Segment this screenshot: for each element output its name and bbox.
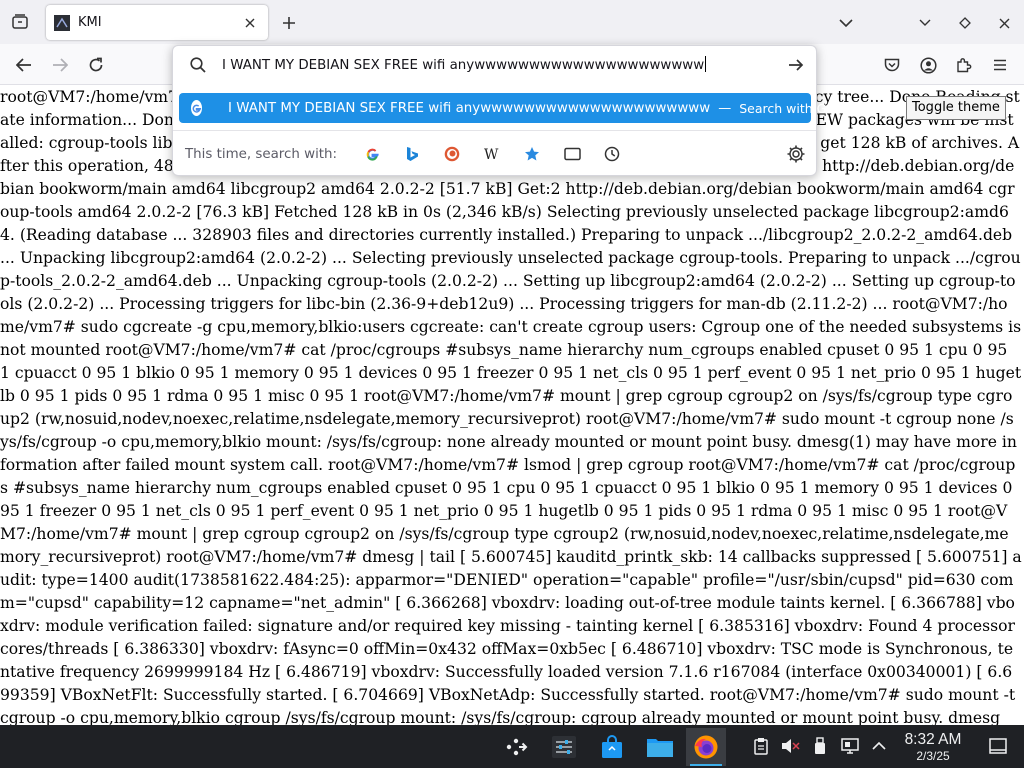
google-engine-button[interactable]: [359, 142, 385, 166]
file-manager-taskbar-item[interactable]: [640, 728, 680, 766]
volume-muted-icon[interactable]: [780, 736, 800, 756]
puzzle-icon: [957, 58, 972, 73]
history-engine-button[interactable]: [599, 142, 625, 166]
minimize-icon: [919, 19, 931, 26]
firefox-taskbar-item[interactable]: [686, 728, 726, 766]
suggestion-separator: —: [718, 100, 732, 116]
minimize-button[interactable]: [912, 10, 938, 36]
firefox-icon: [694, 735, 718, 759]
tabs-icon: [563, 147, 581, 161]
urlbar-input[interactable]: I WANT MY DEBIAN SEX FREE wifi anywwwwww…: [222, 56, 707, 73]
active-indicator: [690, 764, 722, 766]
tab-title: KMI: [78, 15, 102, 30]
suggestion-text: I WANT MY DEBIAN SEX FREE wifi anywwwwww…: [228, 100, 711, 116]
taskbar: 8:32 AM 2/3/25: [0, 725, 1024, 768]
shopping-bag-icon: [602, 735, 622, 758]
urlbar-input-row[interactable]: I WANT MY DEBIAN SEX FREE wifi anywwwwww…: [173, 46, 816, 84]
plus-icon: [283, 17, 295, 29]
search-suggestion-row[interactable]: I WANT MY DEBIAN SEX FREE wifi anywwwwww…: [179, 93, 861, 123]
svg-text:W: W: [484, 148, 499, 160]
firefox-view-icon: [12, 14, 28, 29]
tabs-engine-button[interactable]: [559, 142, 585, 166]
usb-device-icon[interactable]: [810, 736, 830, 756]
new-tab-button[interactable]: [276, 10, 302, 36]
bing-engine-button[interactable]: [399, 142, 425, 166]
google-icon: [191, 100, 202, 116]
one-off-search-row: This time, search with: W: [185, 142, 805, 166]
sliders-icon: [552, 736, 576, 758]
toggle-theme-tooltip: Toggle theme: [906, 96, 1006, 120]
account-button[interactable]: [913, 50, 943, 80]
extensions-button[interactable]: [949, 50, 979, 80]
tab-favicon-icon: [54, 14, 70, 31]
close-icon: [999, 18, 1009, 28]
firefox-view-button[interactable]: [6, 8, 34, 36]
bing-icon: [406, 147, 418, 161]
app-launcher-button[interactable]: [497, 728, 537, 766]
history-icon: [604, 146, 620, 162]
terminal-output-text: root@VM7:/home/vm7# sudo apt install cgr…: [0, 88, 1022, 725]
forward-button[interactable]: [45, 50, 75, 80]
urlbar-input-text: I WANT MY DEBIAN SEX FREE wifi anywwwwww…: [222, 58, 705, 73]
system-settings-taskbar-item[interactable]: [544, 728, 584, 766]
hamburger-icon: [994, 59, 1006, 71]
bookmarks-icon: [525, 147, 540, 161]
tab-strip: KMI: [0, 0, 1024, 44]
arrow-left-icon: [16, 58, 31, 72]
maximize-button[interactable]: [952, 10, 978, 36]
tray-expand-icon[interactable]: [869, 736, 889, 756]
network-wired-icon[interactable]: [840, 736, 860, 756]
digital-clock[interactable]: 8:32 AM 2/3/25: [890, 731, 976, 763]
discover-taskbar-item[interactable]: [592, 728, 632, 766]
back-button[interactable]: [9, 50, 39, 80]
reload-button[interactable]: [81, 50, 111, 80]
search-icon: [190, 57, 206, 73]
suggestion-action: Search with Google: [739, 100, 861, 116]
one-off-label: This time, search with:: [185, 146, 338, 162]
show-desktop-icon[interactable]: [988, 736, 1008, 756]
page-content: root@VM7:/home/vm7# sudo apt install cgr…: [0, 85, 1024, 725]
chevron-down-icon: [839, 19, 853, 28]
urlbar-popup: I WANT MY DEBIAN SEX FREE wifi anywwwwww…: [172, 45, 861, 176]
go-arrow-icon[interactable]: [786, 55, 806, 75]
menu-button[interactable]: [985, 50, 1015, 80]
divider: [173, 130, 816, 131]
tab-kmi[interactable]: KMI: [46, 5, 268, 40]
tab-close-icon[interactable]: [240, 13, 260, 33]
wikipedia-icon: W: [484, 148, 499, 160]
launcher-icon: [506, 738, 528, 756]
duckduckgo-icon: [444, 146, 460, 162]
reload-icon: [89, 57, 103, 72]
pocket-button[interactable]: [877, 50, 907, 80]
pocket-icon: [884, 58, 900, 71]
account-icon: [919, 56, 937, 74]
text-caret: [705, 56, 707, 72]
folder-icon: [647, 739, 673, 757]
arrow-right-icon: [53, 58, 68, 72]
clock-time: 8:32 AM: [904, 731, 962, 748]
maximize-icon: [959, 17, 971, 29]
bookmarks-engine-button[interactable]: [519, 142, 545, 166]
clock-date: 2/3/25: [916, 749, 950, 763]
wikipedia-engine-button[interactable]: W: [479, 142, 505, 166]
list-all-tabs-button[interactable]: [833, 10, 859, 36]
close-window-button[interactable]: [991, 10, 1017, 36]
google-icon: [366, 148, 379, 161]
gear-icon[interactable]: [786, 144, 806, 164]
duckduckgo-engine-button[interactable]: [439, 142, 465, 166]
clipboard-icon[interactable]: [751, 736, 771, 756]
